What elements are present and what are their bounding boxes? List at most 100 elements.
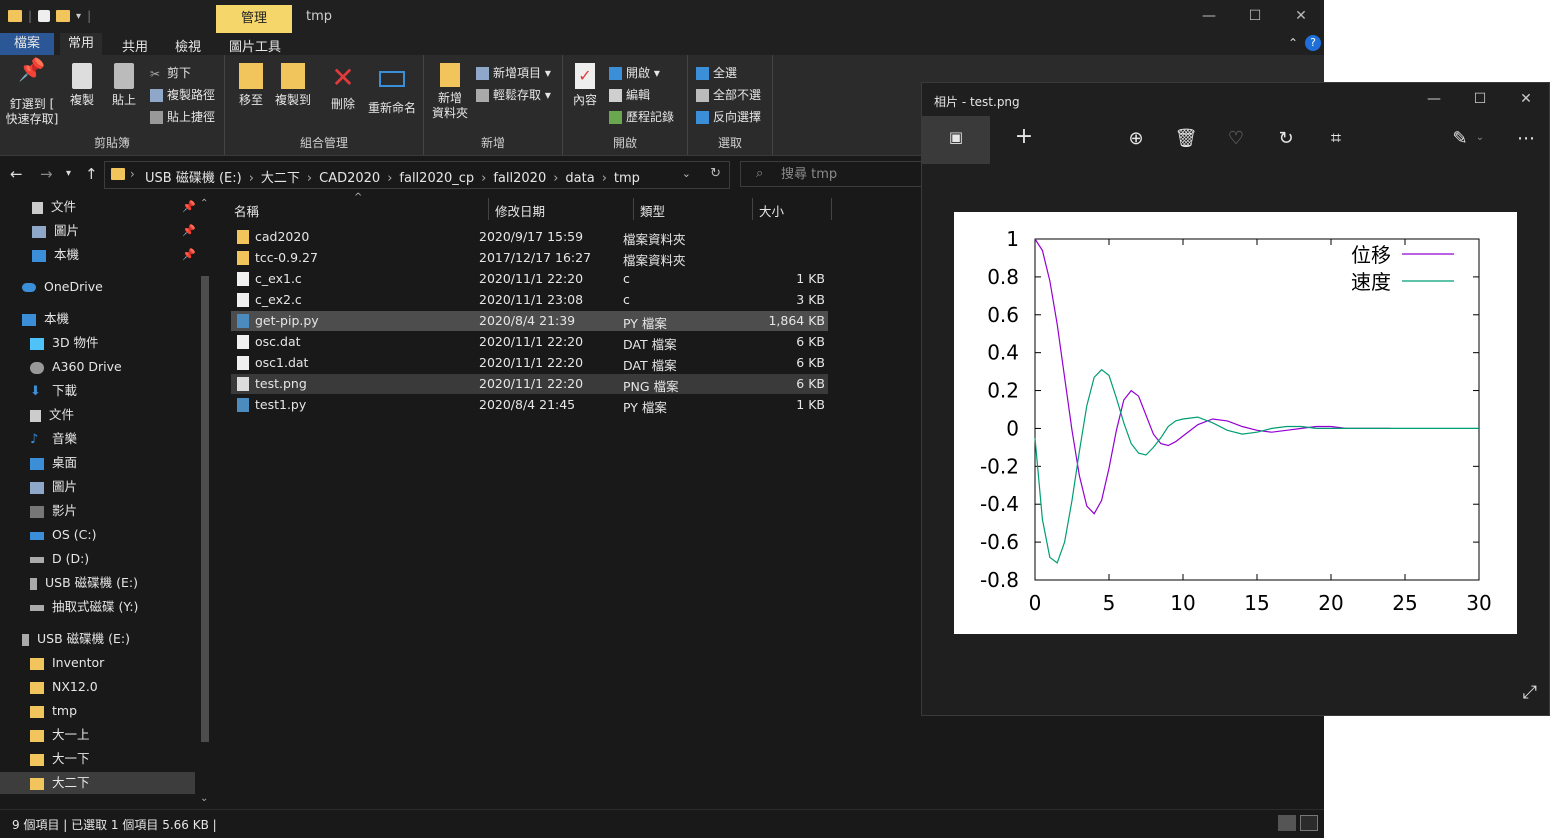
breadcrumb-item[interactable]: USB 磁碟機 (E:) [145, 171, 242, 186]
chevron-right-icon[interactable]: › [307, 171, 312, 186]
forward-arrow-icon[interactable]: → [40, 165, 53, 183]
pin-icon[interactable]: 📌 [182, 224, 196, 237]
delete-icon[interactable]: 🗑 [1174, 128, 1198, 149]
column-header-name[interactable]: 名稱 [234, 201, 259, 220]
nav-item-music[interactable]: ♪ 音樂 [30, 428, 77, 450]
nav-item-onedrive[interactable]: OneDrive [22, 276, 103, 298]
properties-icon[interactable] [38, 10, 51, 22]
paste-button[interactable]: 貼上 [106, 63, 142, 108]
table-row[interactable]: c_ex2.c 2020/11/1 23:08 c 3 KB [231, 290, 828, 310]
open-button[interactable]: 開啟 ▾ [609, 64, 660, 81]
maximize-button[interactable]: ☐ [1457, 83, 1503, 115]
column-separator[interactable] [831, 198, 832, 220]
scroll-down-icon[interactable]: ⌄ [200, 793, 208, 804]
nav-item-removable-y[interactable]: 抽取式磁碟 (Y:) [30, 596, 138, 618]
nav-item-3d-objects[interactable]: 3D 物件 [30, 332, 99, 354]
chevron-down-icon[interactable]: ▾ [76, 11, 81, 22]
context-tab-manage[interactable]: 管理 [216, 5, 292, 33]
nav-item-usb-e[interactable]: USB 磁碟機 (E:) [30, 572, 138, 594]
chevron-right-icon[interactable]: › [481, 171, 486, 186]
history-button[interactable]: 歷程記錄 [609, 108, 674, 125]
nav-item-videos[interactable]: 影片 [30, 500, 77, 522]
breadcrumb-item[interactable]: fall2020 [493, 171, 546, 186]
minimize-button[interactable]: — [1411, 83, 1457, 115]
invert-selection-button[interactable]: 反向選擇 [696, 108, 761, 125]
edit-button[interactable]: 編輯 [609, 86, 650, 103]
column-header-type[interactable]: 類型 [640, 201, 665, 220]
breadcrumb-item[interactable]: fall2020_cp [399, 171, 474, 186]
chevron-right-icon[interactable]: › [553, 171, 558, 186]
table-row[interactable]: cad2020 2020/9/17 15:59 檔案資料夾 [231, 227, 828, 247]
nav-item-usb-e-root[interactable]: USB 磁碟機 (E:) [22, 628, 130, 650]
new-folder-button[interactable]: 新增 資料夾 [428, 63, 472, 121]
pin-icon[interactable]: 📌 [182, 200, 196, 213]
breadcrumb-item[interactable]: tmp [614, 171, 640, 186]
new-folder-icon[interactable] [56, 10, 71, 22]
select-all-button[interactable]: 全選 [696, 64, 737, 81]
close-button[interactable]: ✕ [1503, 83, 1549, 115]
breadcrumb-item[interactable]: data [565, 171, 594, 186]
crop-icon[interactable]: ⌗ [1324, 128, 1348, 149]
tab-picture-tools[interactable]: 圖片工具 [229, 36, 281, 55]
table-row[interactable]: test.png 2020/11/1 22:20 PNG 檔案 6 KB [231, 374, 828, 394]
rotate-icon[interactable]: ↻ [1274, 128, 1298, 149]
rename-button[interactable]: 重新命名 [365, 63, 419, 116]
new-item-button[interactable]: 新增項目 ▾ [476, 64, 551, 81]
column-header-modified[interactable]: 修改日期 [495, 201, 545, 220]
large-icons-view-button[interactable] [1300, 815, 1318, 831]
nav-item-downloads[interactable]: ⬇ 下載 [30, 380, 77, 402]
expand-icon[interactable]: ⤢ [1523, 682, 1537, 703]
table-row[interactable]: test1.py 2020/8/4 21:45 PY 檔案 1 KB [231, 395, 828, 415]
cut-button[interactable]: ✂ 剪下 [150, 64, 191, 81]
folder-icon[interactable] [8, 10, 22, 22]
nav-item-thispc[interactable]: 本機 [22, 308, 69, 330]
nav-item-documents-quick[interactable]: 文件 [32, 196, 76, 218]
breadcrumb-item[interactable]: 大二下 [261, 171, 300, 186]
delete-button[interactable]: ✕ 刪除 [325, 63, 361, 112]
search-input[interactable]: 搜尋 tmp [740, 161, 930, 187]
details-view-button[interactable] [1278, 815, 1296, 831]
copy-button[interactable]: 複製 [64, 63, 100, 108]
column-separator[interactable] [488, 198, 489, 220]
nav-item-pictures-quick[interactable]: 圖片 [32, 220, 79, 242]
chevron-right-icon[interactable]: › [387, 171, 392, 186]
pin-icon[interactable]: 📌 [182, 248, 196, 261]
collapse-ribbon-icon[interactable]: ⌃ [1288, 36, 1298, 50]
table-row[interactable]: osc1.dat 2020/11/1 22:20 DAT 檔案 6 KB [231, 353, 828, 373]
table-row[interactable]: osc.dat 2020/11/1 22:20 DAT 檔案 6 KB [231, 332, 828, 352]
easy-access-button[interactable]: 輕鬆存取 ▾ [476, 86, 551, 103]
copy-path-button[interactable]: 複製路徑 [150, 86, 215, 103]
scroll-up-icon[interactable]: ⌃ [200, 198, 208, 209]
nav-item-d-drive[interactable]: D (D:) [30, 548, 89, 570]
column-header-size[interactable]: 大小 [759, 201, 784, 220]
nav-item-year1-second[interactable]: 大一下 [30, 748, 90, 770]
nav-item-desktop[interactable]: 桌面 [30, 452, 77, 474]
close-button[interactable]: ✕ [1278, 0, 1324, 33]
minimize-button[interactable]: — [1186, 0, 1232, 33]
help-icon[interactable]: ? [1305, 35, 1321, 51]
nav-item-inventor[interactable]: Inventor [30, 652, 104, 674]
image-icon[interactable]: ▣ [944, 128, 968, 146]
chevron-right-icon[interactable]: › [249, 171, 254, 186]
nav-item-year2-second[interactable]: 大二下 [0, 772, 195, 794]
properties-button[interactable]: ✓ 內容 [569, 63, 601, 108]
chevron-right-icon[interactable]: › [602, 171, 607, 186]
nav-item-pictures[interactable]: 圖片 [30, 476, 77, 498]
more-options-icon[interactable]: ⋯ [1514, 128, 1538, 149]
breadcrumb-item[interactable]: CAD2020 [319, 171, 380, 186]
tab-view[interactable]: 檢視 [175, 36, 201, 55]
chevron-down-icon[interactable]: ⌄ [682, 167, 691, 180]
nav-item-thispc-quick[interactable]: 本機 [32, 244, 79, 266]
scroll-thumb[interactable] [201, 276, 209, 742]
column-separator[interactable] [752, 198, 753, 220]
nav-item-os-c[interactable]: OS (C:) [30, 524, 96, 546]
maximize-button[interactable]: ☐ [1232, 0, 1278, 33]
recent-locations-chevron-icon[interactable]: ▾ [66, 168, 71, 179]
nav-item-documents[interactable]: 文件 [30, 404, 74, 426]
nav-scrollbar[interactable]: ⌃ ⌄ [199, 198, 211, 804]
nav-item-a360[interactable]: A360 Drive [30, 356, 122, 378]
move-to-button[interactable]: 移至 [233, 63, 269, 108]
back-arrow-icon[interactable]: ← [10, 165, 23, 183]
favorite-heart-icon[interactable]: ♡ [1224, 128, 1248, 149]
tab-home[interactable]: 常用 [60, 33, 103, 55]
